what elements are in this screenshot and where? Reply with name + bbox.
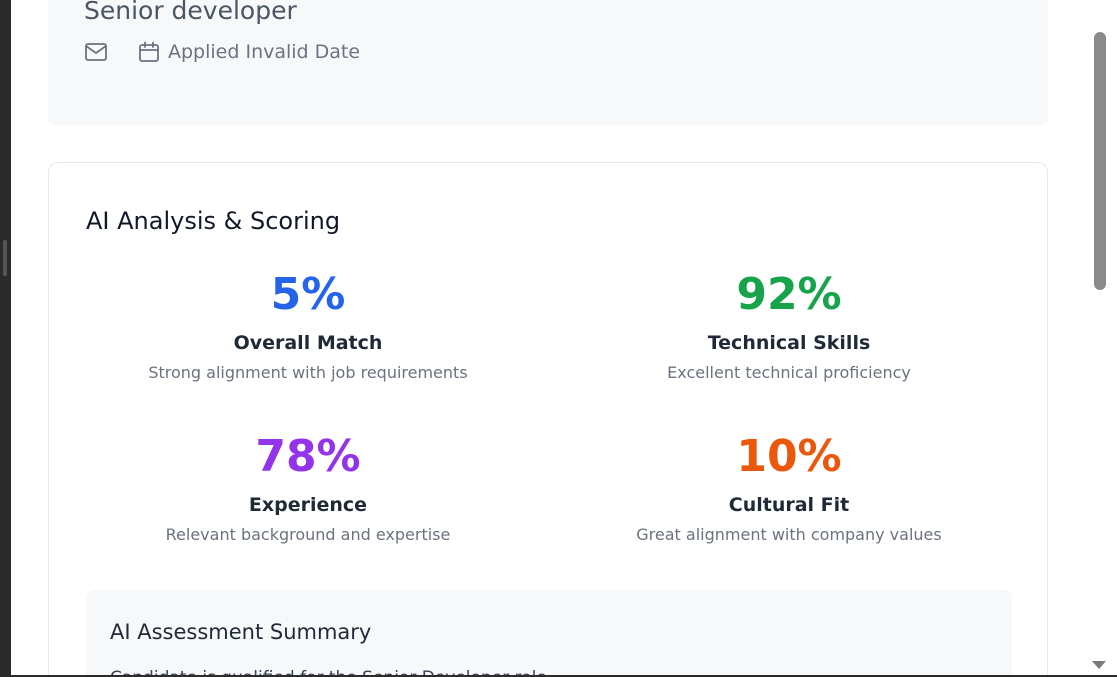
metric-label: Experience — [248, 494, 368, 516]
summary-title: AI Assessment Summary — [110, 620, 372, 644]
metric-percent: 10% — [736, 431, 842, 482]
assessment-summary-box: AI Assessment Summary Candidate is quali… — [86, 590, 1012, 677]
metric-label: Cultural Fit — [728, 494, 850, 516]
metric-label: Technical Skills — [707, 332, 871, 354]
analysis-title: AI Analysis & Scoring — [86, 207, 341, 235]
metric-overall-match: 5% Overall Match Strong alignment with j… — [88, 269, 528, 383]
applicant-meta: Applied Invalid Date — [84, 38, 360, 66]
applied-date: Applied Invalid Date — [168, 41, 361, 63]
window-frame-left — [0, 0, 11, 677]
metric-description: Relevant background and expertise — [165, 525, 451, 544]
metric-description: Great alignment with company values — [636, 525, 942, 544]
metric-percent: 78% — [255, 431, 361, 482]
metric-label: Overall Match — [233, 332, 383, 354]
calendar-icon — [138, 41, 160, 63]
metric-technical-skills: 92% Technical Skills Excellent technical… — [569, 269, 1009, 383]
window-resize-handle[interactable] — [3, 240, 7, 276]
ai-analysis-card: AI Analysis & Scoring 5% Overall Match S… — [48, 162, 1048, 677]
scrollbar-thumb[interactable] — [1094, 32, 1106, 290]
metric-description: Excellent technical proficiency — [667, 363, 911, 382]
mail-icon[interactable] — [84, 42, 108, 62]
metric-experience: 78% Experience Relevant background and e… — [88, 431, 528, 545]
applicant-header-card: Senior developer Applied Invalid Date — [48, 0, 1048, 126]
job-title: Senior developer — [84, 0, 297, 25]
vertical-scrollbar[interactable] — [1085, 0, 1117, 677]
metric-percent: 92% — [736, 269, 842, 320]
metric-percent: 5% — [270, 269, 346, 320]
metric-description: Strong alignment with job requirements — [148, 363, 468, 382]
scroll-down-arrow-icon[interactable] — [1092, 661, 1106, 669]
metric-cultural-fit: 10% Cultural Fit Great alignment with co… — [569, 431, 1009, 545]
